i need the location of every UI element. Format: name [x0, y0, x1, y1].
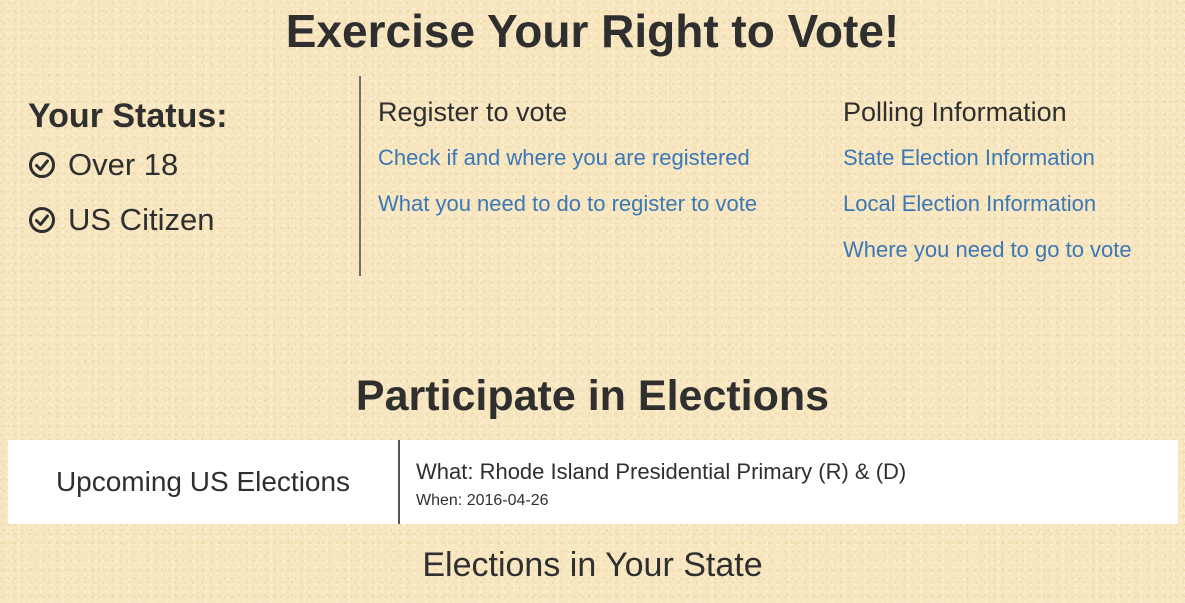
polling-place-link[interactable]: Where you need to go to vote — [843, 236, 1132, 264]
check-circle-icon — [28, 151, 56, 179]
check-circle-icon — [28, 206, 56, 234]
status-item-label: US Citizen — [68, 202, 215, 237]
status-panel: Your Status: Over 18 US Citizen — [28, 95, 228, 255]
upcoming-elections-label: Upcoming US Elections — [8, 440, 400, 524]
vertical-divider — [359, 76, 361, 276]
upcoming-elections-panel: Upcoming US Elections What: Rhode Island… — [8, 440, 1178, 524]
status-item-label: Over 18 — [68, 147, 179, 182]
election-when: When: 2016-04-26 — [416, 492, 549, 509]
how-to-register-link[interactable]: What you need to do to register to vote — [378, 190, 757, 218]
status-heading: Your Status: — [28, 97, 228, 135]
election-detail: What: Rhode Island Presidential Primary … — [400, 440, 906, 524]
status-item-us-citizen: US Citizen — [28, 200, 228, 240]
local-election-info-link[interactable]: Local Election Information — [843, 190, 1132, 218]
status-item-over-18: Over 18 — [28, 145, 228, 185]
state-elections-title: Elections in Your State — [422, 546, 763, 584]
check-registration-link[interactable]: Check if and where you are registered — [378, 144, 757, 172]
state-election-info-link[interactable]: State Election Information — [843, 144, 1132, 172]
polling-column: Polling Information State Election Infor… — [843, 94, 1132, 282]
participate-title: Participate in Elections — [355, 372, 830, 420]
register-column: Register to vote Check if and where you … — [378, 94, 757, 236]
register-heading: Register to vote — [378, 97, 568, 127]
page-title: Exercise Your Right to Vote! — [285, 5, 900, 57]
election-what: What: Rhode Island Presidential Primary … — [416, 459, 907, 484]
polling-heading: Polling Information — [843, 97, 1067, 127]
